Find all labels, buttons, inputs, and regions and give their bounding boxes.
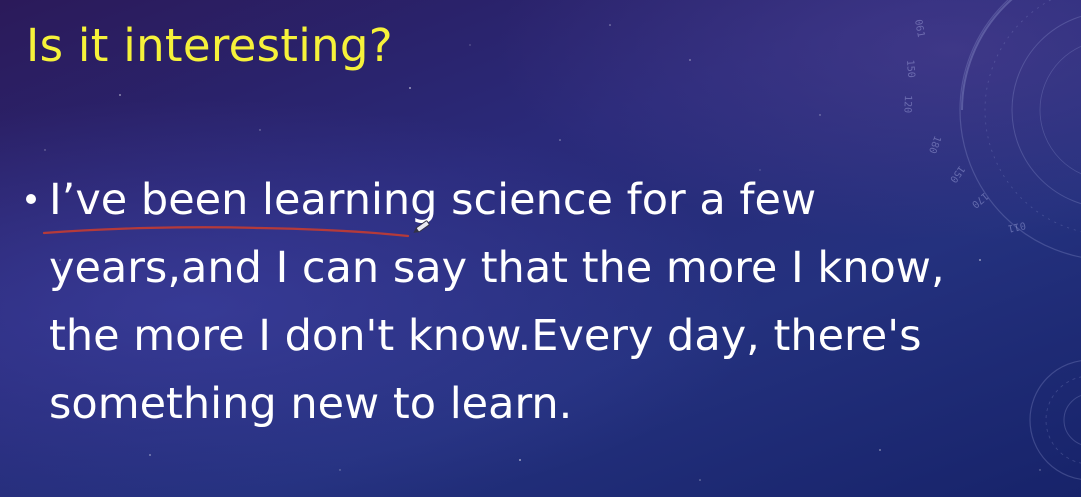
bullet-line: years,and I can say that the more I know… [49,243,945,293]
presentation-slide: 061 150 120 180 150 170 011 Is it intere… [0,0,1081,497]
decoration-tick-label: 180 [926,134,943,155]
bullet-point: I’ve been learning science for a few yea… [26,166,1056,438]
decoration-tick-label: 061 [912,19,926,39]
bullet-line: I’ve been learning science for a few [49,175,817,225]
bullet-text: I’ve been learning science for a few yea… [49,166,1049,438]
slide-title: Is it interesting? [26,19,393,72]
bullet-line: something new to learn. [49,379,573,429]
bullet-dot-icon [26,194,36,204]
bullet-line: the more I don't know.Every day, there's [49,311,922,361]
decoration-tick-label: 150 [904,59,916,78]
decoration-tick-label: 120 [901,95,913,113]
